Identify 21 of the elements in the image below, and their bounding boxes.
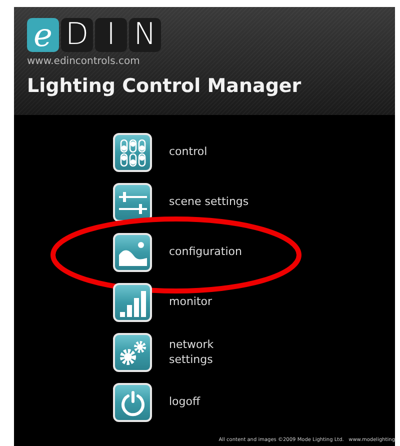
logo-letter: I: [95, 18, 127, 52]
switches-icon: [118, 138, 146, 166]
logo-letter: e: [27, 18, 59, 52]
menu-icon-button[interactable]: [113, 333, 152, 372]
menu-label[interactable]: logoff: [169, 395, 200, 410]
logo-letter: N: [129, 18, 161, 52]
menu-icon-button[interactable]: [113, 183, 152, 222]
menu-label[interactable]: configuration: [169, 245, 242, 260]
menu-icon-button[interactable]: [113, 283, 152, 322]
menu-label[interactable]: network settings: [169, 338, 214, 367]
website-url: www.edincontrols.com: [27, 56, 141, 67]
menu-label[interactable]: monitor: [169, 295, 212, 310]
app-title: Lighting Control Manager: [27, 75, 302, 97]
menu-label[interactable]: scene settings: [169, 195, 249, 210]
menu-icon-button[interactable]: [113, 133, 152, 172]
gears-icon: [118, 338, 148, 366]
menu-icon-button[interactable]: [113, 233, 152, 272]
menu-label[interactable]: control: [169, 145, 208, 160]
logo-letter: D: [61, 18, 93, 52]
power-icon: [118, 388, 146, 416]
menu-icon-button[interactable]: [113, 383, 152, 422]
